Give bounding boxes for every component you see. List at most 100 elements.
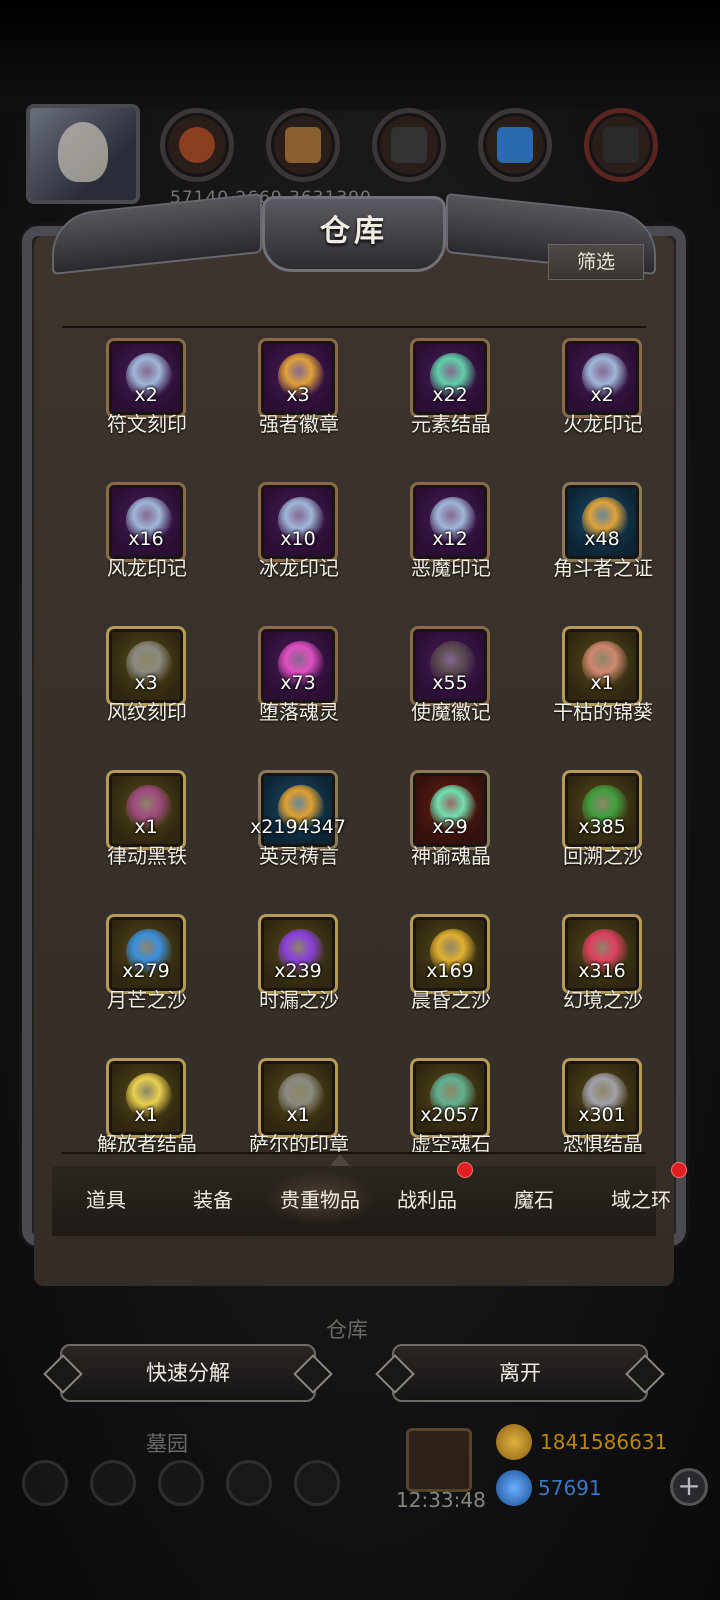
item-count: x10 <box>280 528 316 550</box>
inventory-item[interactable]: x16 风龙印记 <box>72 482 222 580</box>
item-slot[interactable] <box>562 626 642 706</box>
item-name: 月芒之沙 <box>107 988 187 1012</box>
item-slot[interactable] <box>258 482 338 562</box>
inventory-item[interactable]: x1 干枯的锦葵 <box>528 626 678 724</box>
inventory-item[interactable]: x1 萨尔的印章 <box>224 1058 374 1156</box>
inventory-item[interactable]: x385 回溯之沙 <box>528 770 678 868</box>
item-name: 堕落魂灵 <box>259 700 339 724</box>
inventory-item[interactable]: x2057 虚空魂石 <box>376 1058 526 1156</box>
item-count: x55 <box>432 672 468 694</box>
item-name: 恶魔印记 <box>411 556 491 580</box>
inventory-item[interactable]: x3 强者徽章 <box>224 338 374 436</box>
inventory-item[interactable]: x29 神谕魂晶 <box>376 770 526 868</box>
item-name: 风纹刻印 <box>107 700 187 724</box>
inventory-item[interactable]: x3 风纹刻印 <box>72 626 222 724</box>
item-slot[interactable] <box>562 914 642 994</box>
item-slot[interactable] <box>562 338 642 418</box>
tab-label: 战利品 <box>397 1188 457 1212</box>
item-slot[interactable] <box>258 1058 338 1138</box>
inventory-item[interactable]: x2 火龙印记 <box>528 338 678 436</box>
inventory-item[interactable]: x2 符文刻印 <box>72 338 222 436</box>
item-slot[interactable] <box>410 914 490 994</box>
inventory-item[interactable]: x73 堕落魂灵 <box>224 626 374 724</box>
inventory-item[interactable]: x22 元素结晶 <box>376 338 526 436</box>
tab-label: 道具 <box>86 1188 126 1212</box>
item-slot[interactable] <box>106 338 186 418</box>
inventory-item[interactable]: x55 使魔徽记 <box>376 626 526 724</box>
item-slot[interactable] <box>106 626 186 706</box>
item-slot[interactable] <box>258 770 338 850</box>
filter-button[interactable]: 筛选 <box>548 244 644 280</box>
item-count: x73 <box>280 672 316 694</box>
guild-icon[interactable] <box>158 1460 204 1506</box>
inventory-item[interactable]: x10 冰龙印记 <box>224 482 374 580</box>
player-portrait[interactable] <box>26 104 140 204</box>
inventory-item[interactable]: x279 月芒之沙 <box>72 914 222 1012</box>
tab-3[interactable]: 战利品 <box>377 1184 477 1213</box>
gold-amount: 1841586631 <box>540 1430 668 1454</box>
item-slot[interactable] <box>410 482 490 562</box>
item-count: x2 <box>134 384 158 406</box>
iron-icon[interactable] <box>584 108 658 182</box>
item-slot[interactable] <box>106 482 186 562</box>
tab-1[interactable]: 装备 <box>163 1184 263 1213</box>
item-name: 干枯的锦葵 <box>553 700 653 724</box>
stone-icon[interactable] <box>372 108 446 182</box>
item-count: x1 <box>590 672 614 694</box>
item-slot[interactable] <box>106 914 186 994</box>
add-currency-button[interactable]: + <box>670 1468 708 1506</box>
inventory-item[interactable]: x239 时漏之沙 <box>224 914 374 1012</box>
category-tabs: 道具 装备 贵重物品 战利品 魔石 域之环 <box>52 1154 687 1236</box>
warehouse-label: 仓库 <box>326 1318 368 1342</box>
mail-icon[interactable] <box>226 1460 272 1506</box>
item-slot[interactable] <box>410 338 490 418</box>
item-count: x2057 <box>420 1104 480 1126</box>
item-count: x301 <box>578 1104 626 1126</box>
tab-0[interactable]: 道具 <box>56 1184 156 1213</box>
item-slot[interactable] <box>258 914 338 994</box>
quick-decompose-button[interactable]: 快速分解 <box>60 1344 316 1402</box>
inventory-item[interactable]: x2194347 英灵祷言 <box>224 770 374 868</box>
item-slot[interactable] <box>106 1058 186 1138</box>
inventory-item[interactable]: x316 幻境之沙 <box>528 914 678 1012</box>
inventory-item[interactable]: x1 律动黑铁 <box>72 770 222 868</box>
item-name: 风龙印记 <box>107 556 187 580</box>
achievement-icon[interactable] <box>90 1460 136 1506</box>
inventory-item[interactable]: x1 解放者结晶 <box>72 1058 222 1156</box>
inventory-item[interactable]: x48 角斗者之证 <box>528 482 678 580</box>
item-slot[interactable] <box>106 770 186 850</box>
item-slot[interactable] <box>258 626 338 706</box>
tab-2[interactable]: 贵重物品 <box>264 1170 376 1226</box>
leave-button[interactable]: 离开 <box>392 1344 648 1402</box>
wood-icon[interactable] <box>266 108 340 182</box>
item-name: 回溯之沙 <box>563 844 643 868</box>
tab-4[interactable]: 魔石 <box>484 1184 584 1213</box>
item-slot[interactable] <box>410 626 490 706</box>
notification-badge <box>457 1162 473 1178</box>
tab-5[interactable]: 域之环 <box>591 1184 691 1213</box>
tab-label: 魔石 <box>514 1188 554 1212</box>
item-count: x3 <box>286 384 310 406</box>
item-count: x1 <box>286 1104 310 1126</box>
top-divider <box>62 326 646 328</box>
social-icon[interactable] <box>294 1460 340 1506</box>
item-name: 时漏之沙 <box>259 988 339 1012</box>
item-slot[interactable] <box>562 770 642 850</box>
inventory-item[interactable]: x169 晨昏之沙 <box>376 914 526 1012</box>
item-slot[interactable] <box>410 770 490 850</box>
item-slot[interactable] <box>258 338 338 418</box>
inventory-item[interactable]: x12 恶魔印记 <box>376 482 526 580</box>
item-slot[interactable] <box>562 1058 642 1138</box>
item-count: x2194347 <box>250 816 346 838</box>
item-name: 幻境之沙 <box>563 988 643 1012</box>
bread-icon[interactable] <box>160 108 234 182</box>
crystal-icon[interactable] <box>478 108 552 182</box>
settings-icon[interactable] <box>22 1460 68 1506</box>
graveyard-label: 墓园 <box>146 1432 188 1456</box>
item-slot[interactable] <box>410 1058 490 1138</box>
item-slot[interactable] <box>562 482 642 562</box>
item-count: x169 <box>426 960 474 982</box>
inventory-item[interactable]: x301 恐惧结晶 <box>528 1058 678 1156</box>
item-count: x16 <box>128 528 164 550</box>
gift-icon[interactable] <box>406 1428 472 1492</box>
